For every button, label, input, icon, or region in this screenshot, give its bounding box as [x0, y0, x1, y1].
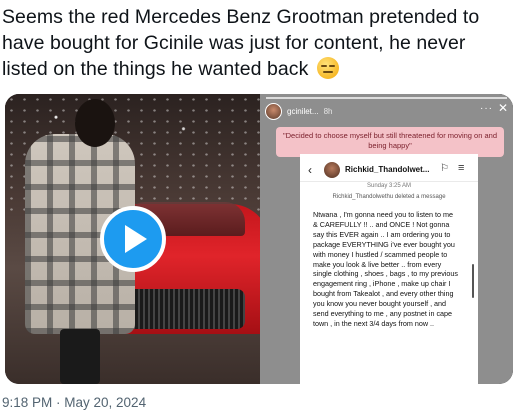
- story-time: 8h: [323, 106, 333, 116]
- story-caption: "Decided to choose myself but still thre…: [276, 127, 504, 157]
- chat-date: Sunday 3:25 AM: [366, 183, 412, 189]
- story-username: gcinilet...: [287, 106, 319, 116]
- story-progress-bar: [266, 97, 507, 99]
- play-icon: [125, 225, 147, 253]
- deleted-notice: Richkid_Thandolwethu deleted a message: [332, 194, 446, 200]
- chat-header: ‹ Richkid_Thandolwet... ⚐ ≡: [300, 160, 478, 182]
- more-icon: ···: [480, 103, 493, 114]
- chat-scrollbar: [472, 264, 474, 298]
- chat-message: Ntwana , I'm gonna need you to listen to…: [313, 210, 459, 328]
- story-avatar: [265, 102, 282, 120]
- chat-screen: ‹ Richkid_Thandolwet... ⚐ ≡ Sunday 3:25 …: [300, 154, 478, 384]
- tweet-timestamp[interactable]: 9:18 PM · May 20, 2024: [2, 395, 146, 410]
- flag-icon: ⚐: [440, 163, 449, 174]
- tweet-media[interactable]: gcinilet... 8h ··· ✕ "Decided to choose …: [5, 94, 513, 384]
- play-button[interactable]: [100, 206, 166, 272]
- expressionless-face-icon: [316, 57, 339, 79]
- video-thumbnail[interactable]: [5, 94, 270, 384]
- menu-icon: ≡: [458, 162, 465, 174]
- story-screenshot: gcinilet... 8h ··· ✕ "Decided to choose …: [260, 94, 513, 384]
- chat-avatar: [324, 162, 340, 178]
- close-icon: ✕: [497, 101, 508, 115]
- back-arrow-icon: ‹: [308, 163, 312, 177]
- tweet-body: Seems the red Mercedes Benz Grootman pre…: [2, 6, 480, 80]
- tweet-text: Seems the red Mercedes Benz Grootman pre…: [2, 4, 510, 82]
- story-header: gcinilet... 8h: [265, 101, 332, 121]
- chat-contact-name: Richkid_Thandolwet...: [345, 165, 430, 174]
